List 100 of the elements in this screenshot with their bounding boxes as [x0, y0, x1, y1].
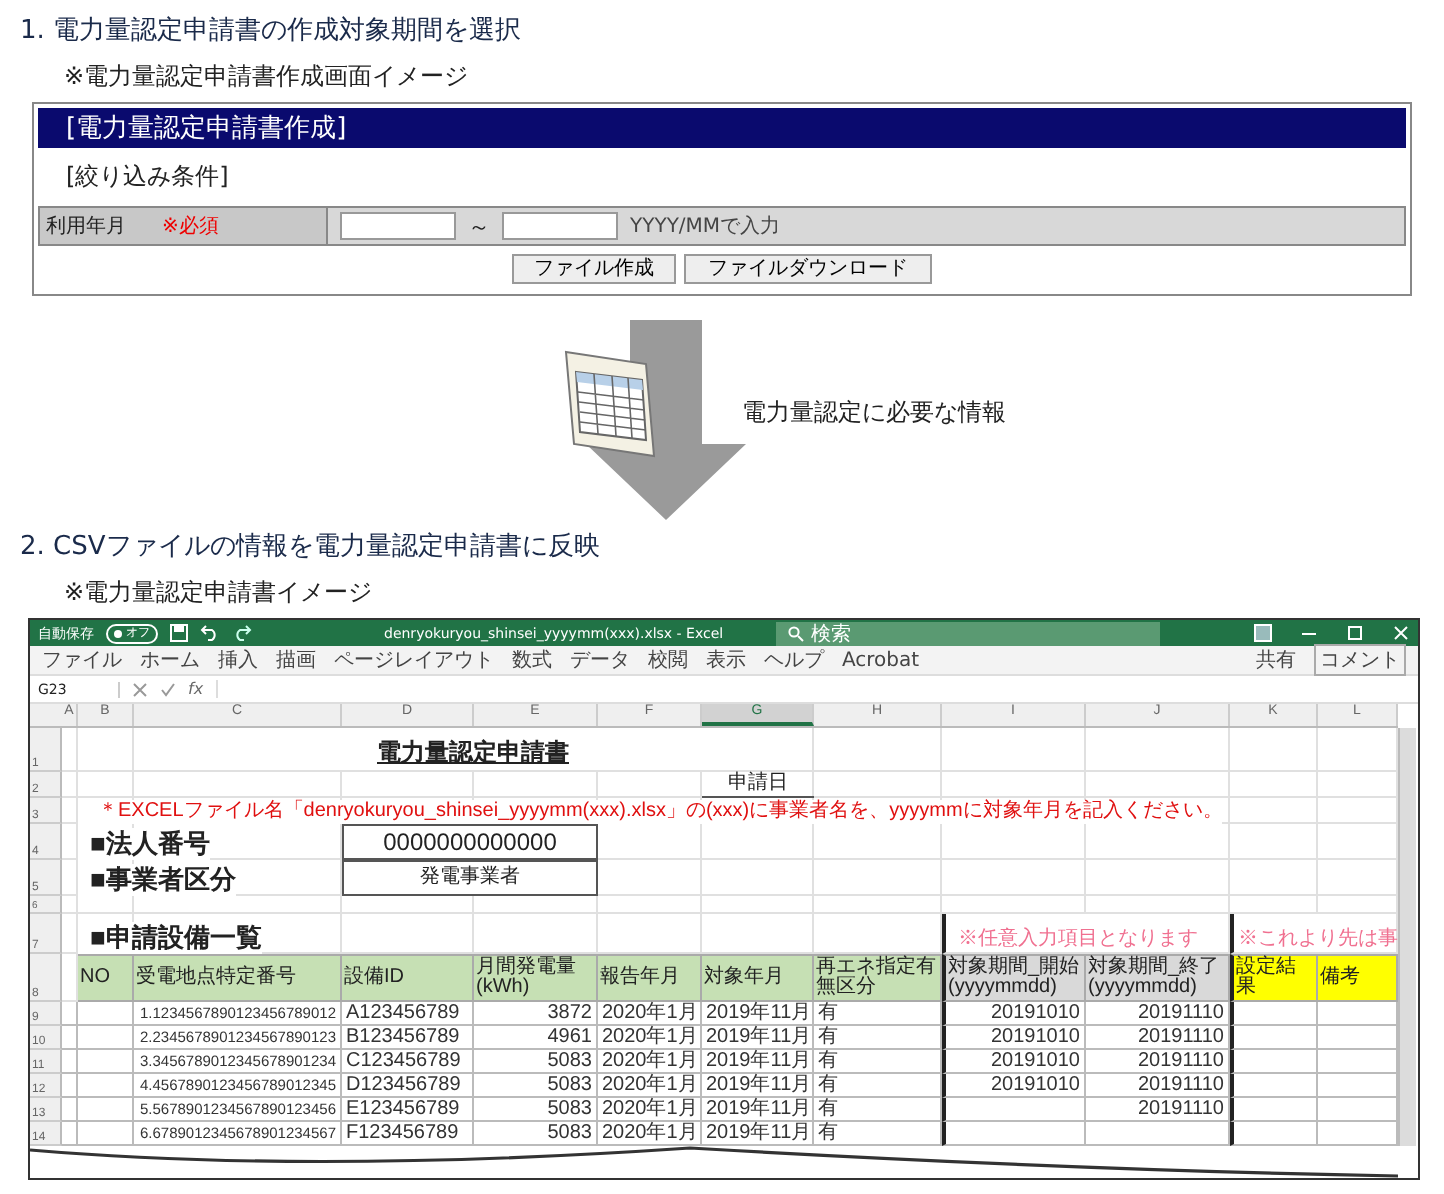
column-heading: 受電地点特定番号	[134, 954, 342, 1002]
close-icon[interactable]	[1392, 624, 1410, 642]
table-cell: 20191110	[1086, 1050, 1230, 1074]
table-cell	[78, 1050, 134, 1074]
table-cell: 5083	[474, 1074, 598, 1098]
table-cell: 4961	[474, 1026, 598, 1050]
grid-cell	[78, 728, 134, 772]
table-cell	[942, 1122, 1086, 1146]
table-cell: 20191110	[1086, 1002, 1230, 1026]
business-type-cell: 発電事業者	[342, 860, 598, 896]
table-cell	[78, 1122, 134, 1146]
comment-button[interactable]: コメント	[1314, 644, 1406, 676]
ribbon-tab[interactable]: 描画	[276, 646, 316, 674]
table-cell: 20191010	[942, 1050, 1086, 1074]
figure-caption: ※電力量認定申請書作成画面イメージ	[64, 60, 471, 94]
table-cell	[78, 1026, 134, 1050]
ribbon-tab[interactable]: データ	[570, 646, 630, 674]
column-heading: 対象期間_開始(yyyymmdd)	[942, 954, 1086, 1002]
grid-cell	[702, 896, 814, 914]
table-cell: 有	[814, 1050, 942, 1074]
column-heading: 対象期間_終了(yyyymmdd)	[1086, 954, 1230, 1002]
table-cell	[78, 1074, 134, 1098]
share-button[interactable]: 共有	[1256, 646, 1296, 674]
ribbon-tab[interactable]: 校閲	[648, 646, 688, 674]
column-heading: 対象年月	[702, 954, 814, 1002]
table-cell: 2020年1月	[598, 1098, 702, 1122]
grid-cell	[942, 860, 1086, 896]
field-label: ■事業者区分	[78, 864, 236, 896]
table-cell: D123456789	[342, 1074, 474, 1098]
grid-cell	[942, 896, 1086, 914]
table-cell: 2019年11月	[702, 1098, 814, 1122]
column-heading: 報告年月	[598, 954, 702, 1002]
ribbon-tab[interactable]: 数式	[512, 646, 552, 674]
table-cell: F123456789	[342, 1122, 474, 1146]
undo-icon[interactable]	[200, 624, 220, 642]
table-cell: 20191010	[942, 1074, 1086, 1098]
grid-cell	[1230, 860, 1318, 896]
grid-cell	[702, 860, 814, 896]
grid-cell	[1230, 896, 1318, 914]
redo-icon[interactable]	[232, 624, 252, 642]
table-cell: 有	[814, 1122, 942, 1146]
grid-cell	[1086, 728, 1230, 772]
grid-cell	[1230, 824, 1318, 860]
table-cell: 2020年1月	[598, 1050, 702, 1074]
start-month-field[interactable]	[340, 212, 456, 240]
cancel-icon[interactable]	[132, 681, 148, 697]
grid-cell	[814, 860, 942, 896]
table-cell: 2020年1月	[598, 1122, 702, 1146]
create-file-button[interactable]: ファイル作成	[512, 254, 676, 284]
grid-cell	[942, 728, 1086, 772]
table-cell: 2019年11月	[702, 1026, 814, 1050]
table-cell	[1230, 1026, 1318, 1050]
grid-cell	[474, 772, 598, 798]
grid-cell	[702, 824, 814, 860]
table-cell	[78, 1002, 134, 1026]
grid-cell	[342, 896, 474, 914]
table-cell: 20191110	[1086, 1026, 1230, 1050]
ribbon-tab[interactable]: ファイル	[42, 646, 122, 674]
column-heading: 再エネ指定有無区分	[814, 954, 942, 1002]
check-icon[interactable]	[160, 681, 176, 697]
figure-caption: ※電力量認定申請書イメージ	[64, 576, 375, 610]
sheet-title: 電力量認定申請書	[134, 728, 814, 772]
save-icon[interactable]	[170, 624, 188, 642]
section-heading: 1. 電力量認定申請書の作成対象期間を選択	[20, 14, 524, 48]
table-cell: 2020年1月	[598, 1002, 702, 1026]
table-cell: A123456789	[342, 1002, 474, 1026]
table-cell	[1230, 1050, 1318, 1074]
scrollbar[interactable]	[1398, 728, 1416, 1146]
table-cell: 有	[814, 1026, 942, 1050]
grid-cell	[1230, 798, 1318, 824]
table-cell: 2019年11月	[702, 1050, 814, 1074]
ribbon-tab[interactable]: ページレイアウト	[334, 646, 494, 674]
ribbon-display-icon[interactable]	[1254, 624, 1272, 642]
table-cell: 2020年1月	[598, 1026, 702, 1050]
table-cell: 20191110	[1086, 1098, 1230, 1122]
grid-cell	[814, 728, 942, 772]
corporate-number-cell: 0000000000000	[342, 824, 598, 860]
ribbon-tab[interactable]: ホーム	[140, 646, 200, 674]
table-cell: 有	[814, 1098, 942, 1122]
grid-cell	[814, 772, 942, 798]
grid-cell	[598, 772, 702, 798]
download-file-button[interactable]: ファイルダウンロード	[684, 254, 932, 284]
grid-cell	[598, 896, 702, 914]
ribbon-tab[interactable]: ヘルプ	[764, 646, 824, 674]
ribbon-tab[interactable]: Acrobat	[842, 649, 920, 671]
end-month-field[interactable]	[502, 212, 618, 240]
insert-function-button[interactable]: fx	[188, 680, 204, 698]
table-cell: 2019年11月	[702, 1122, 814, 1146]
table-cell: 5083	[474, 1098, 598, 1122]
table-cell	[1230, 1098, 1318, 1122]
ribbon-tab[interactable]: 挿入	[218, 646, 258, 674]
field-label: 利用年月	[46, 213, 126, 240]
table-cell	[1230, 1122, 1318, 1146]
maximize-icon[interactable]	[1346, 624, 1364, 642]
table-cell	[78, 1098, 134, 1122]
grid-cell	[474, 896, 598, 914]
info-label: 電力量認定に必要な情報	[742, 395, 1006, 429]
ribbon-tab[interactable]: 表示	[706, 646, 746, 674]
field-label: ■法人番号	[78, 828, 210, 860]
grid-cell	[1086, 860, 1230, 896]
